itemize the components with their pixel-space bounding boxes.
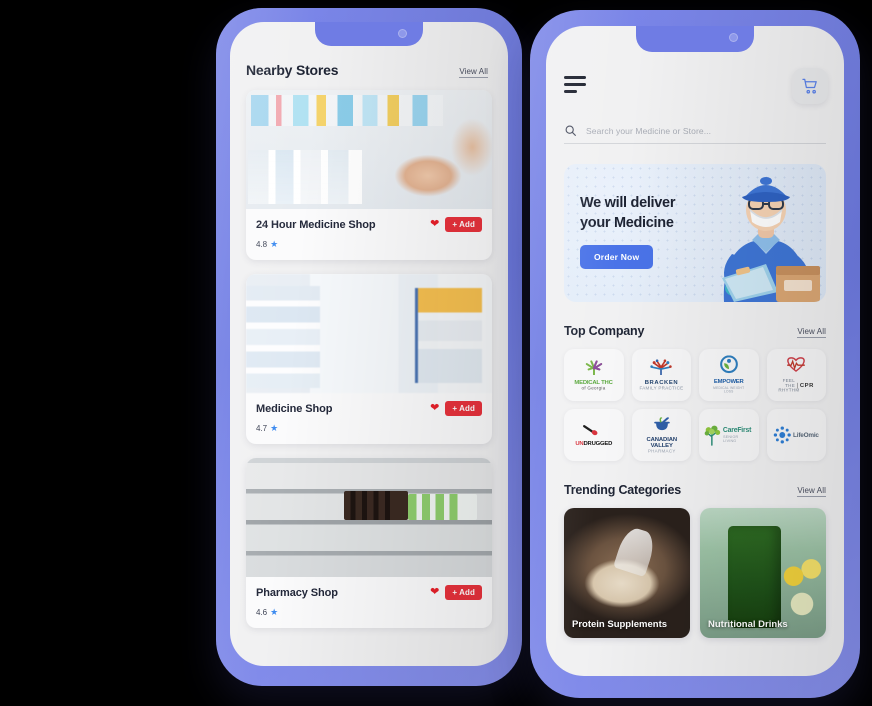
- company-logo-line2: MEDICAL WEIGHT LOSS: [713, 386, 745, 394]
- store-name: Medicine Shop: [256, 402, 333, 415]
- company-logo-line1: EMPOWER: [713, 378, 744, 385]
- star-icon: ★: [270, 239, 279, 249]
- company-logo-line2: SENIOR LIVING: [722, 434, 738, 443]
- search-icon: [565, 125, 576, 136]
- store-rating: 4.8 ★: [256, 239, 482, 250]
- company-logo-line2: FAMILY PRACTICE: [639, 385, 684, 391]
- add-store-button[interactable]: + Add: [445, 401, 482, 416]
- left-phone-frame: Nearby Stores View All 24 Hour Medicine …: [216, 8, 522, 686]
- shopping-cart-icon[interactable]: [792, 68, 828, 104]
- company-logo-card[interactable]: EMPOWER MEDICAL WEIGHT LOSS: [699, 349, 759, 401]
- page-title: Nearby Stores: [246, 62, 339, 78]
- people-tree-icon: [650, 359, 672, 376]
- store-name: Pharmacy Shop: [256, 586, 338, 599]
- top-company-header: Top Company View All: [546, 324, 844, 338]
- empower-circle-icon: [719, 355, 738, 374]
- star-icon: ★: [270, 607, 279, 617]
- store-image: [246, 90, 492, 209]
- banner-line-2: your Medicine: [580, 214, 674, 231]
- front-camera-icon: [729, 33, 738, 42]
- star-icon: ★: [270, 423, 279, 433]
- company-logo-line1: CareFirst: [722, 426, 752, 434]
- cannabis-leaf-icon: [585, 359, 602, 376]
- company-logo-line1: UNDRUGGED: [575, 440, 613, 447]
- front-camera-icon: [398, 29, 407, 38]
- trending-categories-grid: Protein Supplements Nutritional Drinks: [546, 508, 844, 638]
- company-logo-line1: MEDICAL THC: [574, 379, 613, 386]
- right-phone-notch: [636, 26, 754, 52]
- company-logo-line1: LifeOmic: [793, 431, 819, 439]
- search-bar[interactable]: Search your Medicine or Store...: [564, 124, 826, 144]
- molecule-icon: [773, 426, 791, 444]
- store-name: 24 Hour Medicine Shop: [256, 218, 376, 231]
- store-actions: ❤ + Add: [430, 217, 482, 232]
- trending-categories-header: Trending Categories View All: [546, 483, 844, 497]
- store-actions: ❤ + Add: [430, 401, 482, 416]
- store-rating-value: 4.8: [256, 240, 268, 249]
- delivery-person-illustration: [722, 177, 820, 302]
- store-image: [246, 274, 492, 393]
- category-label: Nutritional Drinks: [708, 619, 788, 630]
- company-logo-card[interactable]: CareFirst SENIOR LIVING: [699, 409, 759, 461]
- store-rating-value: 4.6: [256, 608, 268, 617]
- right-phone-frame: Search your Medicine or Store... We will…: [530, 10, 860, 698]
- screenshot-stage: Nearby Stores View All 24 Hour Medicine …: [0, 0, 872, 706]
- trending-view-all[interactable]: View All: [797, 486, 826, 497]
- company-logo-line2: FEEL THE RHYTHM: [778, 378, 800, 394]
- banner-text: We will deliver your Medicine Order Now: [580, 194, 676, 270]
- delivery-banner[interactable]: We will deliver your Medicine Order Now: [564, 164, 826, 302]
- company-logo-card[interactable]: FEEL THE RHYTHM CPR: [766, 349, 826, 401]
- heart-ekg-icon: [787, 357, 806, 373]
- category-label: Protein Supplements: [572, 619, 668, 630]
- company-logo-card[interactable]: LifeOmic: [766, 409, 826, 461]
- company-logo-card[interactable]: MEDICAL THC of Georgia: [564, 349, 624, 401]
- store-rating-value: 4.7: [256, 424, 268, 433]
- search-input[interactable]: Search your Medicine or Store...: [586, 126, 711, 136]
- store-actions: ❤ + Add: [430, 585, 482, 600]
- store-card[interactable]: 24 Hour Medicine Shop ❤ + Add 4.8 ★: [246, 90, 492, 260]
- store-meta: 24 Hour Medicine Shop ❤ + Add 4.8 ★: [246, 209, 492, 260]
- mortar-pestle-icon: [653, 416, 669, 430]
- pill-dropper-icon: [582, 425, 598, 436]
- top-company-view-all[interactable]: View All: [797, 327, 826, 338]
- company-logo-card[interactable]: BRACKEN FAMILY PRACTICE: [631, 349, 691, 401]
- left-phone-notch: [315, 22, 423, 46]
- nearby-stores-view-all[interactable]: View All: [459, 67, 488, 78]
- heart-icon[interactable]: ❤: [430, 403, 439, 414]
- store-meta: Medicine Shop ❤ + Add 4.7 ★: [246, 393, 492, 444]
- heart-icon[interactable]: ❤: [430, 219, 439, 230]
- company-logo-card[interactable]: CANADIAN VALLEY PHARMACY: [631, 409, 691, 461]
- left-phone-screen: Nearby Stores View All 24 Hour Medicine …: [230, 22, 508, 666]
- company-logo-grid: MEDICAL THC of Georgia BRACKEN FAMILY PR…: [546, 349, 844, 461]
- add-store-button[interactable]: + Add: [445, 585, 482, 600]
- hamburger-menu-icon[interactable]: [564, 75, 588, 97]
- store-rating: 4.6 ★: [256, 607, 482, 618]
- section-title: Top Company: [564, 324, 645, 338]
- heart-icon[interactable]: ❤: [430, 587, 439, 598]
- category-card[interactable]: Protein Supplements: [564, 508, 690, 638]
- section-title: Trending Categories: [564, 483, 682, 497]
- company-logo-line1: CANADIAN VALLEY: [645, 436, 677, 449]
- store-card[interactable]: Medicine Shop ❤ + Add 4.7 ★: [246, 274, 492, 444]
- add-store-button[interactable]: + Add: [445, 217, 482, 232]
- order-now-button[interactable]: Order Now: [580, 245, 654, 270]
- store-list: 24 Hour Medicine Shop ❤ + Add 4.8 ★ Medi…: [230, 78, 508, 628]
- company-logo-card[interactable]: UNDRUGGED: [564, 409, 624, 461]
- category-card[interactable]: Nutritional Drinks: [700, 508, 826, 638]
- company-logo-line2: of Georgia: [581, 385, 606, 391]
- banner-line-1: We will deliver: [580, 195, 676, 211]
- company-logo-line2: PHARMACY: [647, 448, 676, 454]
- tree-icon: [704, 425, 720, 446]
- store-image: [246, 458, 492, 577]
- store-rating: 4.7 ★: [256, 423, 482, 434]
- right-phone-screen: Search your Medicine or Store... We will…: [546, 26, 844, 676]
- store-card[interactable]: Pharmacy Shop ❤ + Add 4.6 ★: [246, 458, 492, 628]
- company-logo-line1: CPR: [797, 382, 814, 389]
- store-meta: Pharmacy Shop ❤ + Add 4.6 ★: [246, 577, 492, 628]
